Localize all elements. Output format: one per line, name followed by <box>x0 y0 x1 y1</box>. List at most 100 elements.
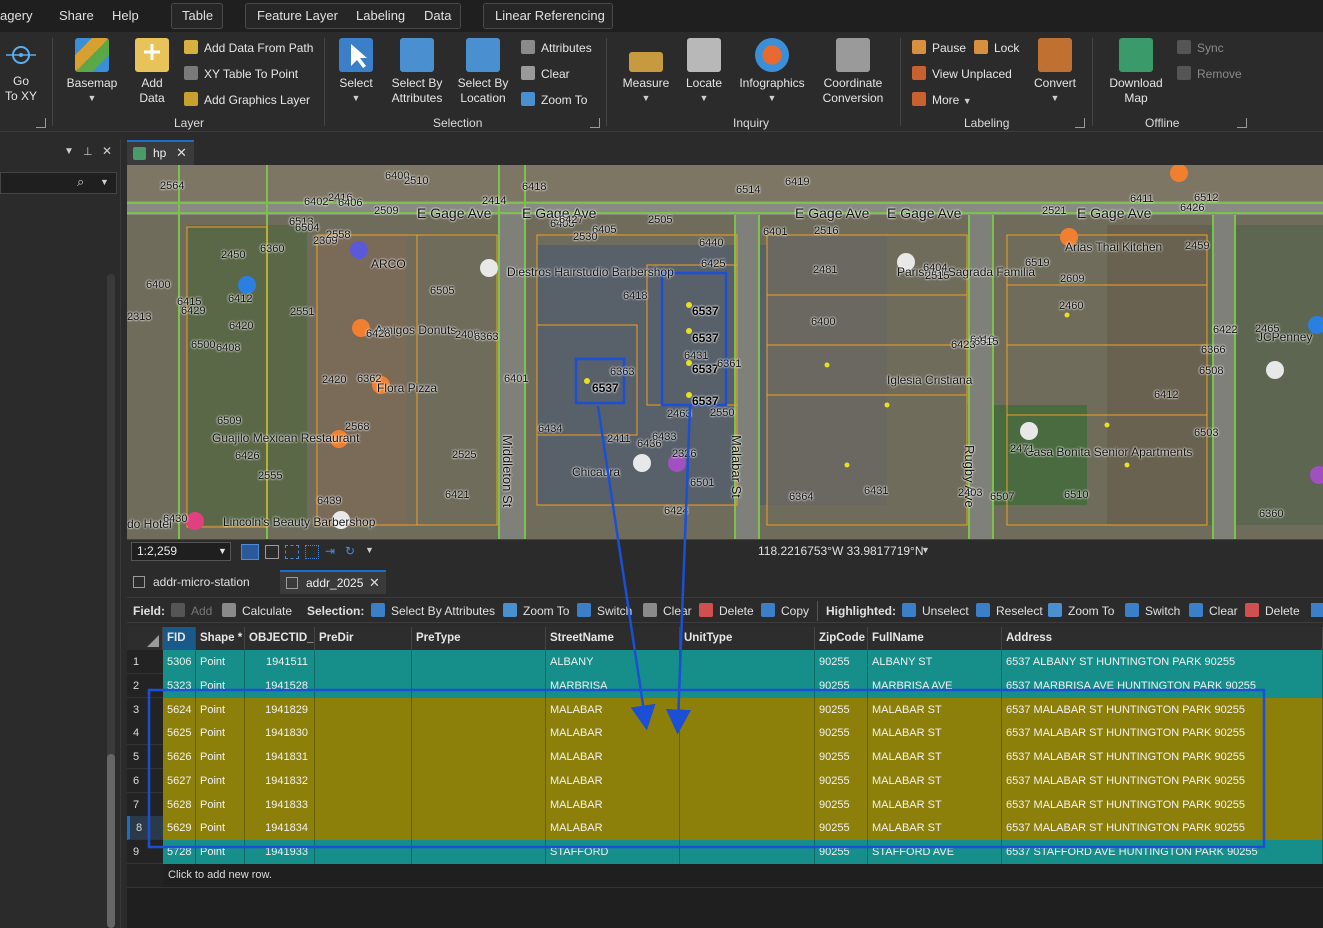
table-row[interactable]: 5629 Point 1941834 MALABAR 90255 MALABAR ST 65… <box>163 816 1323 841</box>
column-header[interactable]: FullName <box>868 627 1002 650</box>
table-cell[interactable] <box>412 792 546 817</box>
row-number[interactable]: 7 <box>127 792 163 817</box>
table-cell[interactable] <box>412 673 546 698</box>
column-header[interactable]: FID <box>163 627 196 650</box>
table-cell[interactable] <box>315 768 412 793</box>
row-number[interactable]: 2 <box>127 673 163 698</box>
table-cell[interactable] <box>412 650 546 674</box>
pin-icon[interactable]: ⊥ <box>83 145 93 158</box>
row-number[interactable]: 6 <box>127 768 163 793</box>
table-cell[interactable]: 90255 <box>815 673 868 698</box>
table-cell[interactable] <box>680 697 815 722</box>
map-view[interactable]: E Gage Ave E Gage Ave E Gage Ave E Gage Ave… <box>127 165 1323 539</box>
table-row[interactable]: 5306 Point 1941511 ALBANY 90255 ALBANY ST 6537… <box>163 650 1323 674</box>
table-cell[interactable]: MALABAR ST <box>868 745 1002 769</box>
select-by-location-button[interactable]: Select By Location <box>456 38 510 106</box>
view-unplaced-button[interactable]: View Unplaced <box>912 65 1012 83</box>
table-cell[interactable]: 1941511 <box>245 650 315 674</box>
switch-highlighted-button[interactable]: Switch <box>1125 602 1180 620</box>
table-cell[interactable] <box>680 721 815 746</box>
table-cell[interactable]: 6537 MALABAR ST HUNTINGTON PARK 90255 <box>1002 721 1323 746</box>
select-by-attributes-button[interactable]: Select By Attributes <box>388 38 446 106</box>
table-cell[interactable] <box>680 745 815 769</box>
rotate-icon[interactable]: ↻ <box>345 544 355 558</box>
switch-selection-button[interactable]: Switch <box>577 602 632 620</box>
clear-selection-table-button[interactable]: Clear <box>643 602 692 620</box>
table-cell[interactable] <box>315 697 412 722</box>
dialog-launcher-icon[interactable] <box>36 118 46 128</box>
table-cell[interactable]: 1941829 <box>245 697 315 722</box>
table-cell[interactable] <box>680 792 815 817</box>
calculate-button[interactable]: Calculate <box>222 602 292 620</box>
unselect-button[interactable]: Unselect <box>902 602 969 620</box>
table-cell[interactable]: ALBANY <box>546 650 680 674</box>
table-cell[interactable]: MALABAR ST <box>868 768 1002 793</box>
table-row[interactable]: 5626 Point 1941831 MALABAR 90255 MALABAR ST 65… <box>163 745 1323 769</box>
table-cell[interactable] <box>680 840 815 864</box>
table-cell[interactable]: 5624 <box>163 697 196 722</box>
table-cell[interactable]: 5628 <box>163 792 196 817</box>
row-number[interactable]: 5 <box>127 745 163 769</box>
table-cell[interactable]: 1941832 <box>245 768 315 793</box>
table-cell[interactable]: 6537 MALABAR ST HUNTINGTON PARK 90255 <box>1002 697 1323 722</box>
clear-selection-button[interactable]: Clear <box>521 65 570 83</box>
zoom-to-selection-table-button[interactable]: Zoom To <box>503 602 569 620</box>
coordinate-conversion-button[interactable]: Coordinate Conversion <box>818 38 888 106</box>
search-input[interactable]: ⌕ ▼ <box>0 172 117 194</box>
table-cell[interactable]: MALABAR <box>546 816 680 841</box>
tab-share[interactable]: Share <box>59 4 94 28</box>
snap-mode-icon[interactable] <box>305 545 319 559</box>
basemap-button[interactable]: Basemap ▼ <box>64 38 120 106</box>
table-cell[interactable]: 6537 MARBRISA AVE HUNTINGTON PARK 90255 <box>1002 673 1323 698</box>
table-cell[interactable] <box>680 650 815 674</box>
remove-button[interactable]: Remove <box>1177 65 1242 83</box>
measure-button[interactable]: Measure ▼ <box>618 38 674 106</box>
add-data-button[interactable]: Add Data <box>130 38 174 106</box>
table-cell[interactable] <box>680 816 815 841</box>
table-cell[interactable]: 90255 <box>815 745 868 769</box>
table-cell[interactable] <box>680 673 815 698</box>
table-cell[interactable]: MALABAR <box>546 745 680 769</box>
table-cell[interactable]: MALABAR <box>546 697 680 722</box>
table-row[interactable]: 5628 Point 1941833 MALABAR 90255 MALABAR ST 65… <box>163 792 1323 817</box>
table-cell[interactable] <box>315 840 412 864</box>
column-header[interactable]: StreetName <box>546 627 680 650</box>
table-cell[interactable]: ALBANY ST <box>868 650 1002 674</box>
table-cell[interactable]: MALABAR <box>546 768 680 793</box>
table-cell[interactable]: Point <box>196 840 245 864</box>
table-row[interactable]: 5625 Point 1941830 MALABAR 90255 MALABAR ST 65… <box>163 721 1323 746</box>
table-cell[interactable]: STAFFORD <box>546 840 680 864</box>
table-cell[interactable]: 1941833 <box>245 792 315 817</box>
tab-data[interactable]: Data <box>424 4 451 28</box>
tab-imagery[interactable]: agery <box>0 4 33 28</box>
locate-button[interactable]: Locate ▼ <box>682 38 726 106</box>
row-number[interactable]: 3 <box>127 697 163 722</box>
table-row[interactable]: 5323 Point 1941528 MARBRISA 90255 MARBRISA AV… <box>163 673 1323 698</box>
table-cell[interactable]: MALABAR ST <box>868 816 1002 841</box>
tab-addr-2025[interactable]: addr_2025 ✕ <box>280 570 386 594</box>
table-cell[interactable]: 5626 <box>163 745 196 769</box>
table-cell[interactable] <box>680 768 815 793</box>
tab-map-hp[interactable]: hp ✕ <box>127 140 194 165</box>
table-cell[interactable]: 90255 <box>815 721 868 746</box>
table-cell[interactable]: 90255 <box>815 650 868 674</box>
select-button[interactable]: Select ▼ <box>334 38 378 106</box>
table-cell[interactable] <box>412 721 546 746</box>
pan-icon[interactable]: ⇥ <box>325 544 335 558</box>
table-cell[interactable]: Point <box>196 721 245 746</box>
copy-button[interactable]: Copy <box>761 602 809 620</box>
table-cell[interactable]: 90255 <box>815 816 868 841</box>
table-cell[interactable]: Point <box>196 697 245 722</box>
table-cell[interactable]: 1941528 <box>245 673 315 698</box>
table-cell[interactable]: 5629 <box>163 816 196 841</box>
table-cell[interactable]: 5627 <box>163 768 196 793</box>
sync-button[interactable]: Sync <box>1177 39 1224 57</box>
add-data-from-path-button[interactable]: Add Data From Path <box>184 39 313 57</box>
table-cell[interactable]: 6537 MALABAR ST HUNTINGTON PARK 90255 <box>1002 792 1323 817</box>
table-cell[interactable]: MALABAR ST <box>868 792 1002 817</box>
column-header[interactable]: OBJECTID_1 <box>245 627 315 650</box>
reselect-button[interactable]: Reselect <box>976 602 1043 620</box>
snapping-icon[interactable] <box>241 544 259 560</box>
pause-labeling-button[interactable]: Pause <box>912 39 966 57</box>
table-cell[interactable] <box>315 721 412 746</box>
